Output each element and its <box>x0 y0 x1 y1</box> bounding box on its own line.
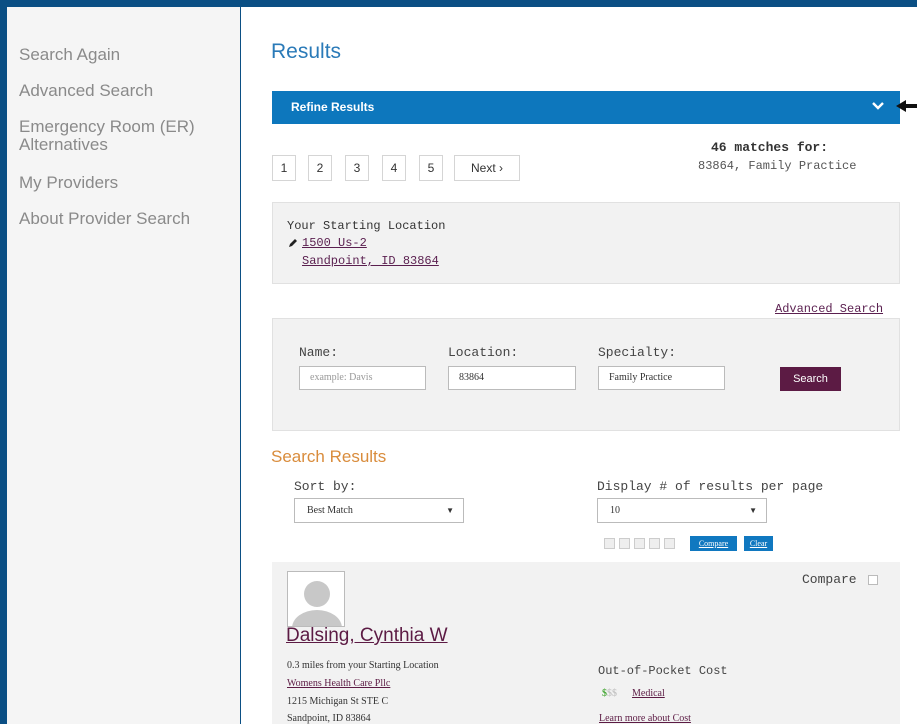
matches-query: 83864, Family Practice <box>698 159 857 173</box>
out-of-pocket-cost-label: Out-of-Pocket Cost <box>598 664 728 678</box>
advanced-search-link[interactable]: Advanced Search <box>775 302 883 316</box>
main-content: Results Refine Results 1 2 3 4 5 Next › … <box>241 7 917 724</box>
refine-results-label: Refine Results <box>291 100 375 114</box>
matches-count: 46 matches for: <box>711 140 829 155</box>
page-button-2[interactable]: 2 <box>308 155 332 181</box>
page-button-4[interactable]: 4 <box>382 155 406 181</box>
chevron-down-icon <box>872 102 884 110</box>
pencil-icon[interactable] <box>288 238 298 248</box>
sidebar-item-label: Alternatives <box>19 135 108 154</box>
location-input[interactable]: 83864 <box>448 366 576 390</box>
provider-card: Compare Dalsing, Cynthia W 0.3 miles fro… <box>272 562 900 724</box>
provider-practice-link[interactable]: Womens Health Care Pllc <box>287 678 390 689</box>
window-frame <box>0 0 917 7</box>
provider-distance: 0.3 miles from your Starting Location <box>287 660 439 671</box>
provider-name-link[interactable]: Dalsing, Cynthia W <box>286 625 448 647</box>
compare-slot <box>664 538 675 549</box>
starting-location-panel: Your Starting Location 1500 Us-2 Sandpoi… <box>272 202 900 284</box>
results-per-page-label: Display # of results per page <box>597 479 824 494</box>
results-per-page-value: 10 <box>610 505 620 516</box>
name-label: Name: <box>299 345 339 360</box>
provider-city: Sandpoint, ID 83864 <box>287 713 371 724</box>
sort-by-select[interactable]: Best Match ▼ <box>294 498 464 523</box>
search-results-title: Search Results <box>271 447 387 466</box>
compare-button[interactable]: Compare <box>690 536 737 551</box>
search-button[interactable]: Search <box>780 367 841 391</box>
compare-slot <box>604 538 615 549</box>
refine-results-bar[interactable]: Refine Results <box>272 91 900 124</box>
learn-more-cost-link[interactable]: Learn more about Cost <box>599 713 691 724</box>
provider-street: 1215 Michigan St STE C <box>287 696 389 707</box>
sidebar-item-label: Emergency Room (ER) <box>19 117 195 136</box>
specialty-input[interactable]: Family Practice <box>598 366 725 390</box>
sidebar: Search Again Advanced Search Emergency R… <box>7 7 240 724</box>
compare-checkbox[interactable] <box>868 575 878 585</box>
sort-by-value: Best Match <box>307 505 353 516</box>
cost-medical-link[interactable]: Medical <box>632 688 665 699</box>
clear-button[interactable]: Clear <box>744 536 773 551</box>
sidebar-item-about-provider-search[interactable]: About Provider Search <box>7 210 190 227</box>
cost-symbol-inactive: $$ <box>607 688 617 699</box>
starting-location-address-line2[interactable]: Sandpoint, ID 83864 <box>302 254 439 268</box>
next-page-button[interactable]: Next › <box>454 155 520 181</box>
caret-down-icon: ▼ <box>749 506 757 515</box>
compare-label: Compare <box>802 572 857 587</box>
sidebar-item-my-providers[interactable]: My Providers <box>7 174 118 191</box>
sidebar-item-advanced-search[interactable]: Advanced Search <box>7 82 153 99</box>
arrow-left-icon <box>896 100 917 112</box>
sort-by-label: Sort by: <box>294 479 357 494</box>
page-button-1[interactable]: 1 <box>272 155 296 181</box>
page-title: Results <box>271 40 342 63</box>
page-button-5[interactable]: 5 <box>419 155 443 181</box>
sidebar-item-search-again[interactable]: Search Again <box>7 46 120 63</box>
compare-slot <box>619 538 630 549</box>
specialty-label: Specialty: <box>598 345 677 360</box>
results-per-page-select[interactable]: 10 ▼ <box>597 498 767 523</box>
starting-location-address-line1[interactable]: 1500 Us-2 <box>302 236 367 250</box>
starting-location-label: Your Starting Location <box>287 219 446 233</box>
name-input[interactable]: example: Davis <box>299 366 426 390</box>
compare-slot <box>634 538 645 549</box>
avatar <box>287 571 345 627</box>
page-button-3[interactable]: 3 <box>345 155 369 181</box>
search-form-panel: Name: example: Davis Location: 83864 Spe… <box>272 318 900 431</box>
location-label: Location: <box>448 345 519 360</box>
user-silhouette-icon <box>288 572 344 626</box>
caret-down-icon: ▼ <box>446 506 454 515</box>
sidebar-item-er-alternatives[interactable]: Emergency Room (ER) Alternatives <box>7 118 195 153</box>
cost-rating: $$$ <box>602 688 617 699</box>
compare-slot <box>649 538 660 549</box>
